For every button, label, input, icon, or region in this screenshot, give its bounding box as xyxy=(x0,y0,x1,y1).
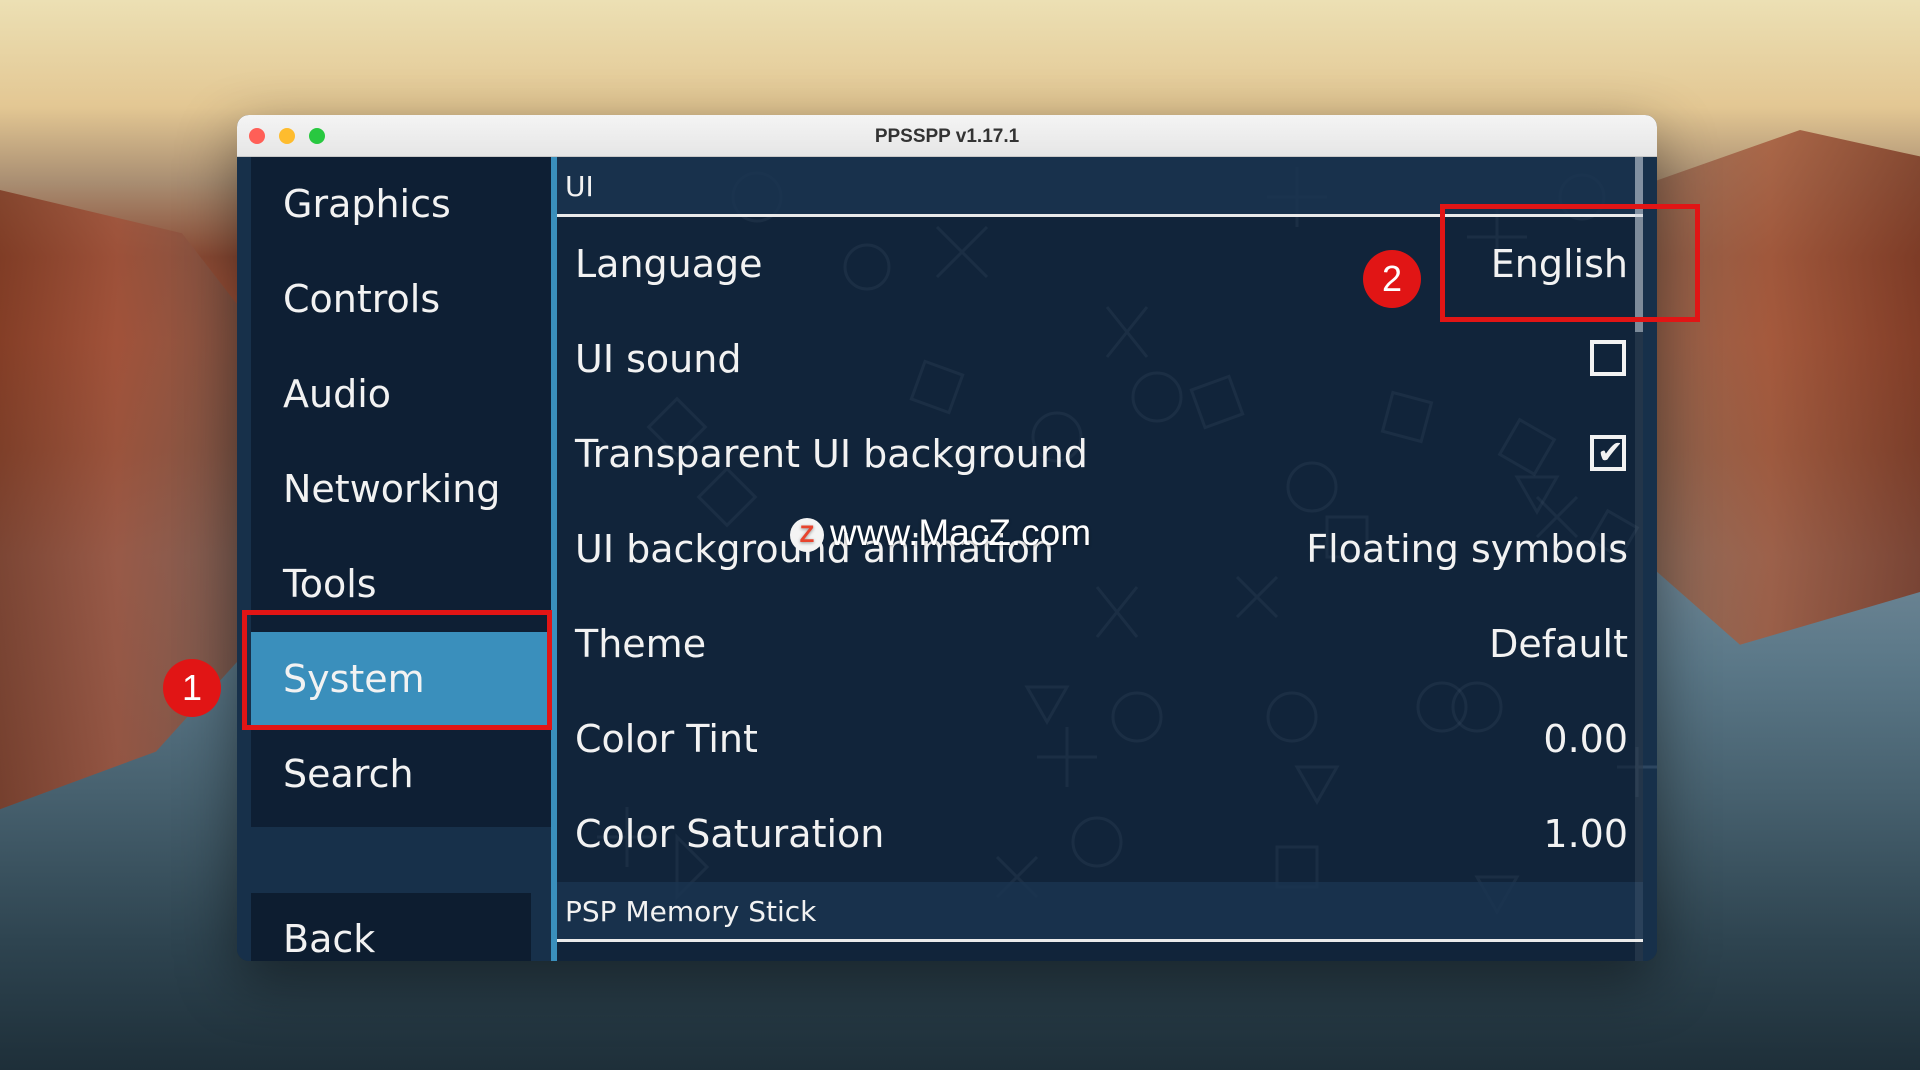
sidebar-item-label: Audio xyxy=(283,372,392,416)
setting-ui-background-animation[interactable]: UI background animation Floating symbols xyxy=(557,502,1643,597)
highlight-box-language xyxy=(1440,204,1700,322)
watermark-text: www.MacZ.com xyxy=(830,512,1092,553)
sidebar-item-label: Controls xyxy=(283,277,441,321)
setting-value: 1.00 xyxy=(1543,812,1628,856)
sidebar-item-controls[interactable]: Controls xyxy=(251,252,551,347)
section-header-psp-memory-stick: PSP Memory Stick xyxy=(557,882,1643,942)
sidebar-item-label: Tools xyxy=(283,562,377,606)
setting-color-tint[interactable]: Color Tint 0.00 xyxy=(557,692,1643,787)
checkmark-icon: ✔ xyxy=(1597,433,1624,471)
transparent-ui-background-checkbox[interactable]: ✔ xyxy=(1590,433,1626,471)
setting-label: Color Saturation xyxy=(575,812,885,856)
sidebar-item-networking[interactable]: Networking xyxy=(251,442,551,537)
setting-ui-sound[interactable]: UI sound xyxy=(557,312,1643,407)
watermark: Zwww.MacZ.com xyxy=(790,512,1091,554)
sidebar-item-label: Networking xyxy=(283,467,501,511)
setting-label: Language xyxy=(575,242,763,286)
sidebar-item-graphics[interactable]: Graphics xyxy=(251,157,551,252)
window-title: PPSSPP v1.17.1 xyxy=(874,126,1020,147)
title-bar[interactable]: PPSSPP v1.17.1 xyxy=(237,115,1657,157)
ui-sound-checkbox[interactable] xyxy=(1590,340,1626,376)
sidebar-item-label: Search xyxy=(283,752,414,796)
setting-label: Theme xyxy=(575,622,707,666)
back-button[interactable]: Back xyxy=(251,893,531,961)
step-badge-1: 1 xyxy=(163,659,221,717)
setting-label: UI sound xyxy=(575,337,742,381)
setting-label: Color Tint xyxy=(575,717,758,761)
setting-theme[interactable]: Theme Default xyxy=(557,597,1643,692)
sidebar-item-search[interactable]: Search xyxy=(251,727,551,822)
step-badge-2: 2 xyxy=(1363,250,1421,308)
sidebar-item-audio[interactable]: Audio xyxy=(251,347,551,442)
sidebar-item-label: Graphics xyxy=(283,182,451,226)
setting-value: Default xyxy=(1489,622,1628,666)
setting-value: Floating symbols xyxy=(1306,527,1628,571)
setting-transparent-ui-background[interactable]: Transparent UI background ✔ xyxy=(557,407,1643,502)
setting-label: Transparent UI background xyxy=(575,432,1088,476)
setting-color-saturation[interactable]: Color Saturation 1.00 xyxy=(557,787,1643,882)
watermark-logo-icon: Z xyxy=(790,518,824,553)
setting-value: 0.00 xyxy=(1543,717,1628,761)
background-rock-left xyxy=(0,190,260,810)
highlight-box-system xyxy=(242,610,552,730)
